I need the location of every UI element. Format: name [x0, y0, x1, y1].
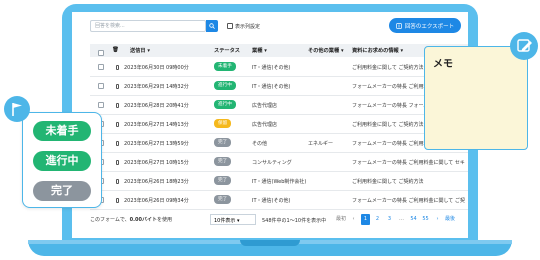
- status-badge[interactable]: 保留: [214, 119, 232, 128]
- header-other-industry[interactable]: その他の業種 ▾: [308, 47, 344, 54]
- status-card: 未着手 進行中 完了: [22, 112, 102, 208]
- status-badge[interactable]: 完了: [214, 195, 232, 204]
- header-info[interactable]: 資料にお求めの情報 ▾: [352, 47, 403, 54]
- pagination: 最初 ‹ 1 2 3… 54 55 › 最後: [336, 214, 455, 225]
- status-pill-done: 完了: [33, 181, 91, 201]
- cell-industry: IT・通信(その他): [252, 84, 291, 90]
- pager-item[interactable]: …: [397, 214, 406, 225]
- app-screen: 回答を検索... 表示列設定 回答のエクスポート 🗑 送信日 ▾ ステータス 業…: [72, 12, 468, 238]
- status-badge[interactable]: 未着手: [214, 62, 236, 71]
- device-icon: [116, 179, 119, 184]
- cell-date: 2023年06月27日 13時59分: [124, 141, 189, 147]
- pager-item[interactable]: 54: [409, 214, 418, 225]
- range-text: 548件中の1〜10件を表示中: [262, 218, 327, 224]
- cell-date: 2023年06月26日 09時34分: [124, 198, 189, 204]
- device-icon: [116, 65, 119, 70]
- cell-date: 2023年06月30日 09時00分: [124, 65, 189, 71]
- export-label: 回答のエクスポート: [404, 23, 455, 30]
- cell-date: 2023年06月27日 14時13分: [124, 122, 189, 128]
- table-row[interactable]: 2023年06月27日 13時59分 完了 その他 エネルギー フォームメーカーの特長 …: [90, 134, 468, 153]
- device-icon: [116, 103, 119, 108]
- columns-icon: [227, 23, 233, 29]
- table-header: 🗑 送信日 ▾ ステータス 業種 ▾ その他の業種 ▾ 資料にお求めの情報 ▾: [90, 44, 468, 57]
- pager-item[interactable]: 最後: [445, 214, 455, 225]
- flag-icon: [4, 96, 30, 122]
- cell-info: フォームメーカーの特長 ご利用料金: [352, 141, 434, 147]
- cell-industry: 広告代理店: [252, 103, 278, 109]
- header-industry[interactable]: 業種 ▾: [252, 47, 267, 54]
- column-settings-button[interactable]: 表示列設定: [227, 21, 260, 31]
- pager-item[interactable]: 最初: [336, 214, 346, 225]
- cell-industry: コンサルティング: [252, 160, 292, 166]
- row-checkbox[interactable]: [98, 102, 104, 108]
- table-row[interactable]: 2023年06月29日 14時32分 進行中 IT・通信(その他) フォームメーカーの…: [90, 77, 468, 96]
- trash-icon[interactable]: 🗑: [112, 47, 119, 53]
- cell-info: フォームメーカーの特長 フォームメ: [352, 103, 434, 109]
- header-date[interactable]: 送信日 ▾: [130, 47, 150, 54]
- cell-info: ご利用料金に関して ご契約方法: [352, 179, 424, 185]
- status-badge[interactable]: 進行中: [214, 81, 236, 90]
- select-all-checkbox[interactable]: [98, 50, 104, 56]
- device-icon: [116, 84, 119, 89]
- export-button[interactable]: 回答のエクスポート: [389, 18, 461, 33]
- per-page-select[interactable]: 10件表示 ▾: [210, 214, 256, 225]
- cell-info: フォームメーカーの特長 ご利用料金: [352, 84, 434, 90]
- cell-info: フォームメーカーの特長 ご利用料金に関して セキ: [352, 160, 465, 166]
- memo-panel: メモ: [424, 46, 528, 150]
- cell-date: 2023年06月27日 10時15分: [124, 160, 189, 166]
- cell-date: 2023年06月28日 20時41分: [124, 103, 189, 109]
- table-row[interactable]: 2023年06月27日 14時13分 保留 広告代理店 ご利用料金に関して ご契約方法: [90, 115, 468, 134]
- status-pill-in-progress: 進行中: [33, 151, 91, 171]
- search-button[interactable]: [206, 20, 218, 32]
- table-row[interactable]: 2023年06月27日 10時15分 完了 コンサルティング フォームメーカーの特長 …: [90, 153, 468, 172]
- pager-item[interactable]: 2: [373, 214, 382, 225]
- cell-date: 2023年06月26日 18時23分: [124, 179, 189, 185]
- search-input[interactable]: 回答を検索...: [90, 20, 206, 32]
- table-row[interactable]: 2023年06月26日 09時34分 完了 IT・通信(その他) フォームメーカーの特…: [90, 191, 468, 210]
- edit-icon: [510, 32, 538, 60]
- cell-industry: IT・通信(その他): [252, 65, 291, 71]
- cell-industry: IT・通信(その他): [252, 198, 291, 204]
- row-checkbox[interactable]: [98, 83, 104, 89]
- search-icon: [209, 23, 215, 29]
- header-status[interactable]: ステータス: [214, 47, 240, 54]
- pager-item[interactable]: 55: [421, 214, 430, 225]
- cell-info: フォームメーカーの特長 ご利用料金に関して ご契: [352, 198, 465, 204]
- column-settings-label: 表示列設定: [235, 23, 261, 30]
- cell-date: 2023年06月29日 14時32分: [124, 84, 189, 90]
- pager-item[interactable]: 1: [361, 214, 371, 225]
- device-icon: [116, 122, 119, 127]
- status-badge[interactable]: 完了: [214, 157, 232, 166]
- status-badge[interactable]: 完了: [214, 138, 232, 147]
- cell-info: ご利用料金に関して ご契約方法: [352, 122, 424, 128]
- device-icon: [116, 198, 119, 203]
- device-icon: [116, 141, 119, 146]
- laptop-notch: [240, 240, 300, 246]
- table-row[interactable]: 2023年06月28日 20時41分 進行中 広告代理店 フォームメーカーの特長 フォ…: [90, 96, 468, 115]
- pager-item[interactable]: ‹: [349, 214, 358, 225]
- cell-other-industry: エネルギー: [308, 141, 334, 147]
- cell-industry: 広告代理店: [252, 122, 278, 128]
- storage-note: このフォームで、0.00バイトを使用: [90, 217, 173, 223]
- cell-info: ご利用料金に関して ご契約方法: [352, 65, 424, 71]
- pager-item[interactable]: 3: [385, 214, 394, 225]
- memo-title: メモ: [433, 59, 453, 70]
- status-pill-not-started: 未着手: [33, 121, 91, 141]
- export-icon: [395, 22, 402, 29]
- cell-industry: その他: [252, 141, 268, 147]
- row-checkbox[interactable]: [98, 64, 104, 70]
- table-row[interactable]: 2023年06月30日 09時00分 未着手 IT・通信(その他) ご利用料金に関して…: [90, 58, 468, 77]
- table-row[interactable]: 2023年06月26日 18時23分 完了 IT・通信(Web制作会社) ご利用料金に…: [90, 172, 468, 191]
- pager-item[interactable]: ›: [433, 214, 442, 225]
- status-badge[interactable]: 完了: [214, 176, 232, 185]
- device-icon: [116, 160, 119, 165]
- status-badge[interactable]: 進行中: [214, 100, 236, 109]
- cell-industry: IT・通信(Web制作会社): [252, 179, 307, 185]
